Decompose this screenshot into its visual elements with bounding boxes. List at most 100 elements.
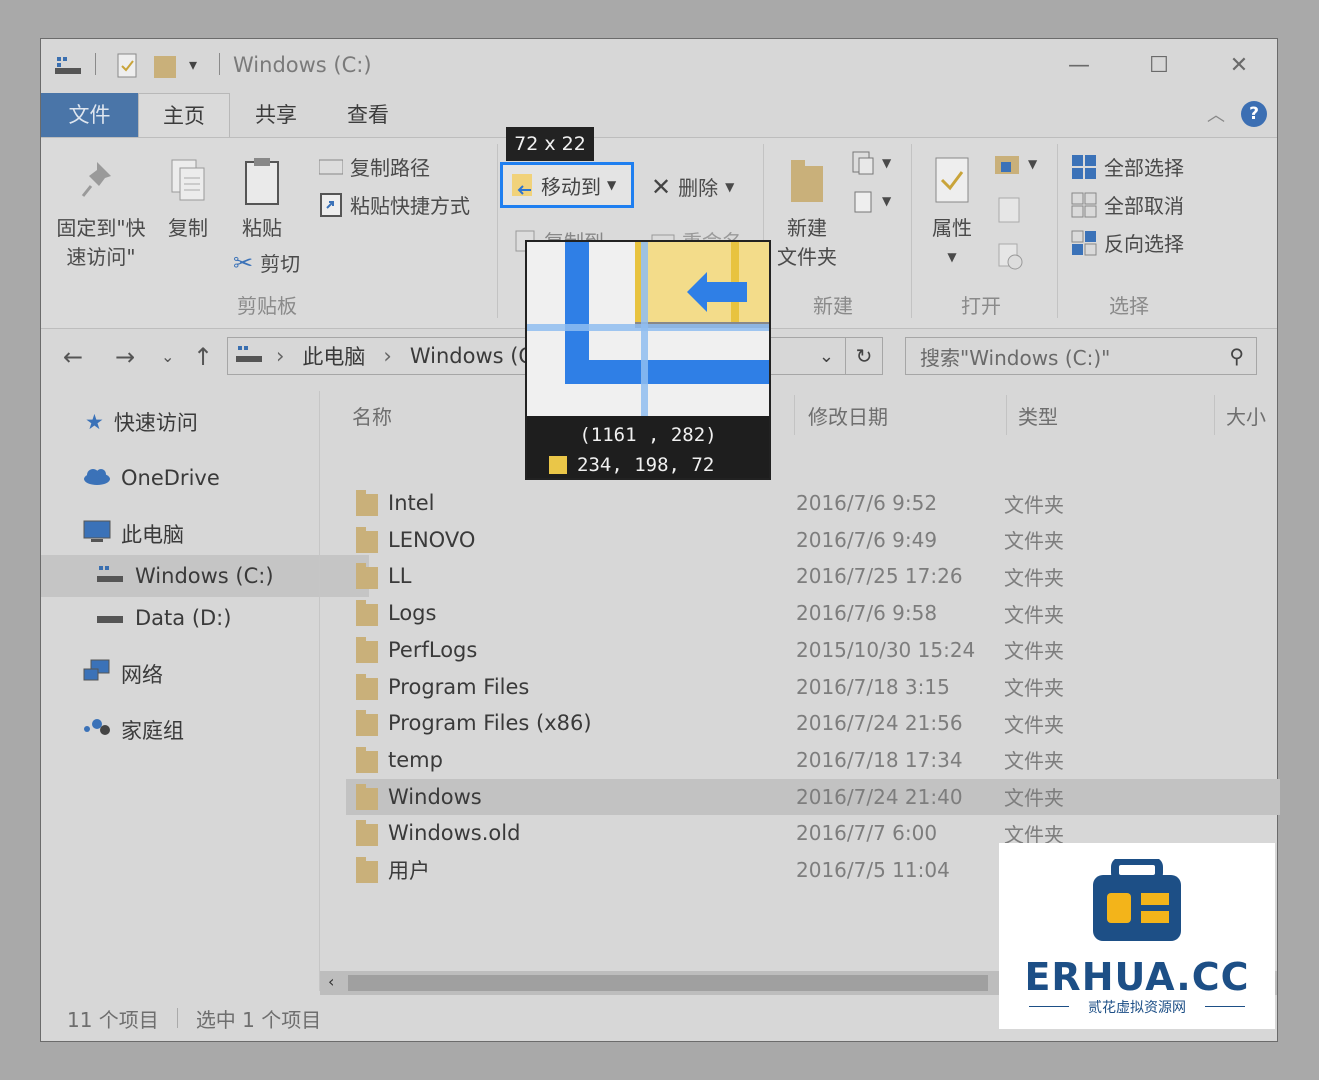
back-arrow-icon[interactable]: ←: [63, 343, 83, 371]
group-separator: [1057, 144, 1058, 318]
file-type: 文件夹: [1004, 565, 1064, 590]
column-header-type[interactable]: 类型: [1018, 401, 1058, 430]
new-folder-button[interactable]: 新建 文件夹: [771, 156, 843, 272]
file-name: LENOVO: [388, 527, 476, 552]
new-item-icon: [852, 151, 874, 175]
drive-icon[interactable]: [55, 53, 83, 81]
delete-button[interactable]: ✕ 删除 ▼: [651, 172, 734, 201]
chevron-down-icon: ▼: [725, 179, 735, 194]
file-row[interactable]: PerfLogs 2015/10/30 15:24 文件夹: [346, 632, 1280, 668]
move-to-button[interactable]: 移动到 ▼: [500, 162, 634, 208]
invert-selection-button[interactable]: 反向选择: [1071, 228, 1184, 257]
nav-homegroup[interactable]: 家庭组: [41, 709, 355, 751]
file-type: 文件夹: [1004, 676, 1064, 700]
watermark-subtitle: 贰花虚拟资源网: [1088, 1000, 1186, 1016]
watermark-title: ERHUA.CC: [1024, 955, 1250, 999]
file-date: 2016/7/6 9:52: [796, 491, 938, 515]
search-input[interactable]: 搜索"Windows (C:)" ⚲: [905, 337, 1257, 375]
pin-quick-access-button[interactable]: 固定到"快 速访问": [53, 156, 149, 272]
close-icon[interactable]: ✕: [1209, 47, 1269, 83]
capture-size-label: 72 x 22: [506, 127, 594, 161]
forward-arrow-icon[interactable]: →: [115, 343, 135, 371]
refresh-icon[interactable]: ↻: [845, 338, 882, 374]
open-group-label: 打开: [961, 294, 1001, 318]
history-button[interactable]: [997, 242, 1023, 270]
column-separator[interactable]: [1006, 395, 1007, 435]
breadcrumb-chevron-icon: ›: [383, 344, 392, 368]
column-header-name[interactable]: 名称: [352, 401, 392, 430]
collapse-ribbon-icon[interactable]: ︿: [1207, 101, 1225, 127]
easy-access-button[interactable]: ▼: [849, 188, 891, 214]
new-item-button[interactable]: ▼: [849, 150, 891, 176]
cut-button[interactable]: ✂ 剪切: [233, 248, 300, 277]
status-separator: [176, 1008, 178, 1028]
nav-label: 此电脑: [121, 523, 184, 547]
select-none-button[interactable]: 全部取消: [1071, 190, 1184, 219]
new-folder-icon[interactable]: [153, 53, 177, 83]
file-row[interactable]: Windows 2016/7/24 21:40 文件夹: [346, 778, 1280, 815]
file-name: Logs: [388, 601, 437, 626]
ribbon-tabs: 文件 主页 共享 查看 ︿ ?: [41, 93, 1277, 137]
maximize-icon[interactable]: ☐: [1129, 47, 1189, 83]
new-folder-icon: [783, 156, 831, 208]
column-header-date[interactable]: 修改日期: [808, 401, 888, 430]
properties-icon[interactable]: [117, 53, 139, 83]
file-name: PerfLogs: [388, 637, 478, 662]
clipboard-group-label: 剪贴板: [237, 294, 297, 318]
nav-this-pc[interactable]: 此电脑: [41, 513, 355, 555]
file-row[interactable]: LL 2016/7/25 17:26 文件夹: [346, 558, 1280, 594]
minimize-icon[interactable]: —: [1049, 47, 1109, 83]
tab-file[interactable]: 文件: [41, 93, 138, 137]
select-group-label: 选择: [1109, 294, 1149, 318]
nav-onedrive[interactable]: OneDrive: [41, 457, 355, 499]
pin-icon: [77, 156, 125, 208]
title-bar: ▾ Windows (C:) — ☐ ✕: [41, 39, 1277, 93]
recent-locations-icon[interactable]: ⌄: [161, 347, 174, 366]
file-name: Intel: [388, 491, 435, 515]
customize-qat-icon[interactable]: ▾: [189, 55, 197, 74]
edit-button[interactable]: [997, 196, 1023, 224]
open-button[interactable]: ▼: [993, 152, 1037, 176]
help-icon[interactable]: ?: [1241, 101, 1267, 127]
column-separator[interactable]: [794, 395, 795, 435]
copy-button[interactable]: 复制: [159, 156, 217, 243]
file-row[interactable]: Program Files (x86) 2016/7/24 21:56 文件夹: [346, 705, 1280, 741]
file-name: LL: [388, 564, 412, 589]
edit-icon: [998, 197, 1020, 223]
breadcrumb-this-pc[interactable]: 此电脑: [302, 341, 365, 371]
file-row[interactable]: Logs 2016/7/6 9:58 文件夹: [346, 595, 1280, 631]
pin-label-line1: 固定到"快: [56, 216, 146, 240]
column-separator[interactable]: [1214, 395, 1215, 435]
file-row[interactable]: temp 2016/7/18 17:34 文件夹: [346, 742, 1280, 778]
invert-selection-label: 反向选择: [1104, 232, 1184, 256]
scroll-left-icon[interactable]: ‹: [328, 972, 334, 991]
tab-share[interactable]: 共享: [230, 93, 322, 137]
paste-shortcut-button[interactable]: 粘贴快捷方式: [319, 190, 470, 219]
copy-path-button[interactable]: 复制路径: [319, 152, 430, 181]
paste-button[interactable]: 粘贴: [233, 156, 291, 243]
tab-view[interactable]: 查看: [322, 93, 414, 137]
file-type: 文件夹: [1004, 712, 1064, 737]
nav-network[interactable]: 网络: [41, 653, 355, 695]
scrollbar-thumb[interactable]: [348, 975, 988, 991]
file-date: 2016/7/25 17:26: [796, 564, 963, 589]
copy-label: 复制: [168, 216, 208, 240]
select-all-button[interactable]: 全部选择: [1071, 152, 1184, 181]
file-name: temp: [388, 747, 443, 772]
folder-icon: [356, 563, 378, 590]
file-name: Program Files: [388, 674, 530, 699]
chevron-down-icon: ▼: [1028, 157, 1038, 171]
file-row[interactable]: LENOVO 2016/7/6 9:49 文件夹: [346, 522, 1280, 558]
scissors-icon: ✂: [233, 248, 254, 277]
address-dropdown-icon[interactable]: ⌄: [819, 346, 834, 367]
file-row[interactable]: Intel 2016/7/6 9:52 文件夹: [346, 485, 1280, 521]
properties-button[interactable]: 属性 ▼: [921, 156, 983, 272]
up-arrow-icon[interactable]: ↑: [193, 343, 213, 371]
navigation-pane: ★ 快速访问 OneDrive 此电脑 Windows (C:) Data (D…: [41, 391, 369, 995]
file-date: 2016/7/5 11:04: [796, 858, 950, 882]
nav-label: 家庭组: [121, 719, 184, 743]
column-header-size[interactable]: 大小: [1226, 401, 1266, 430]
tab-home[interactable]: 主页: [138, 93, 230, 137]
nav-quick-access[interactable]: ★ 快速访问: [41, 401, 357, 443]
file-row[interactable]: Program Files 2016/7/18 3:15 文件夹: [346, 669, 1280, 705]
